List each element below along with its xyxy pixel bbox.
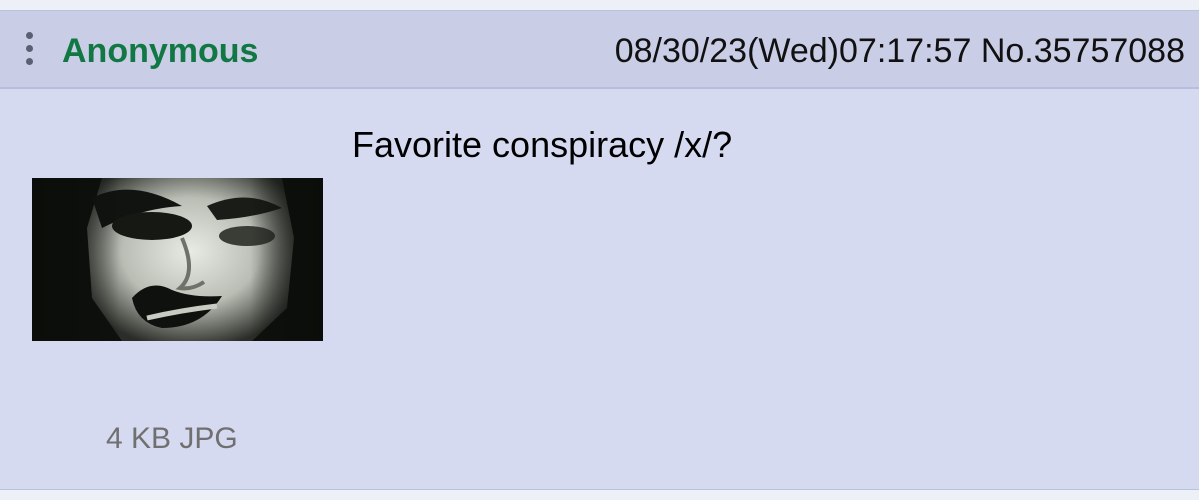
more-vert-icon[interactable] bbox=[18, 29, 40, 69]
post-comment: Favorite conspiracy /x/? bbox=[352, 124, 733, 165]
menu-dot bbox=[26, 45, 33, 52]
post-number-link[interactable]: No.35757088 bbox=[981, 32, 1185, 70]
post-container: Anonymous 08/30/23(Wed)07:17:57 No.35757… bbox=[0, 10, 1199, 490]
menu-dot bbox=[26, 58, 33, 65]
file-info: 4 KB JPG bbox=[106, 422, 238, 455]
poster-name: Anonymous bbox=[62, 32, 259, 70]
post-datetime: 08/30/23(Wed)07:17:57 bbox=[614, 32, 972, 70]
post-header: Anonymous 08/30/23(Wed)07:17:57 No.35757… bbox=[0, 11, 1199, 89]
menu-dot bbox=[26, 32, 33, 39]
post-meta: 08/30/23(Wed)07:17:57 No.35757088 bbox=[615, 31, 1185, 71]
post-thumbnail-image[interactable] bbox=[32, 178, 323, 341]
